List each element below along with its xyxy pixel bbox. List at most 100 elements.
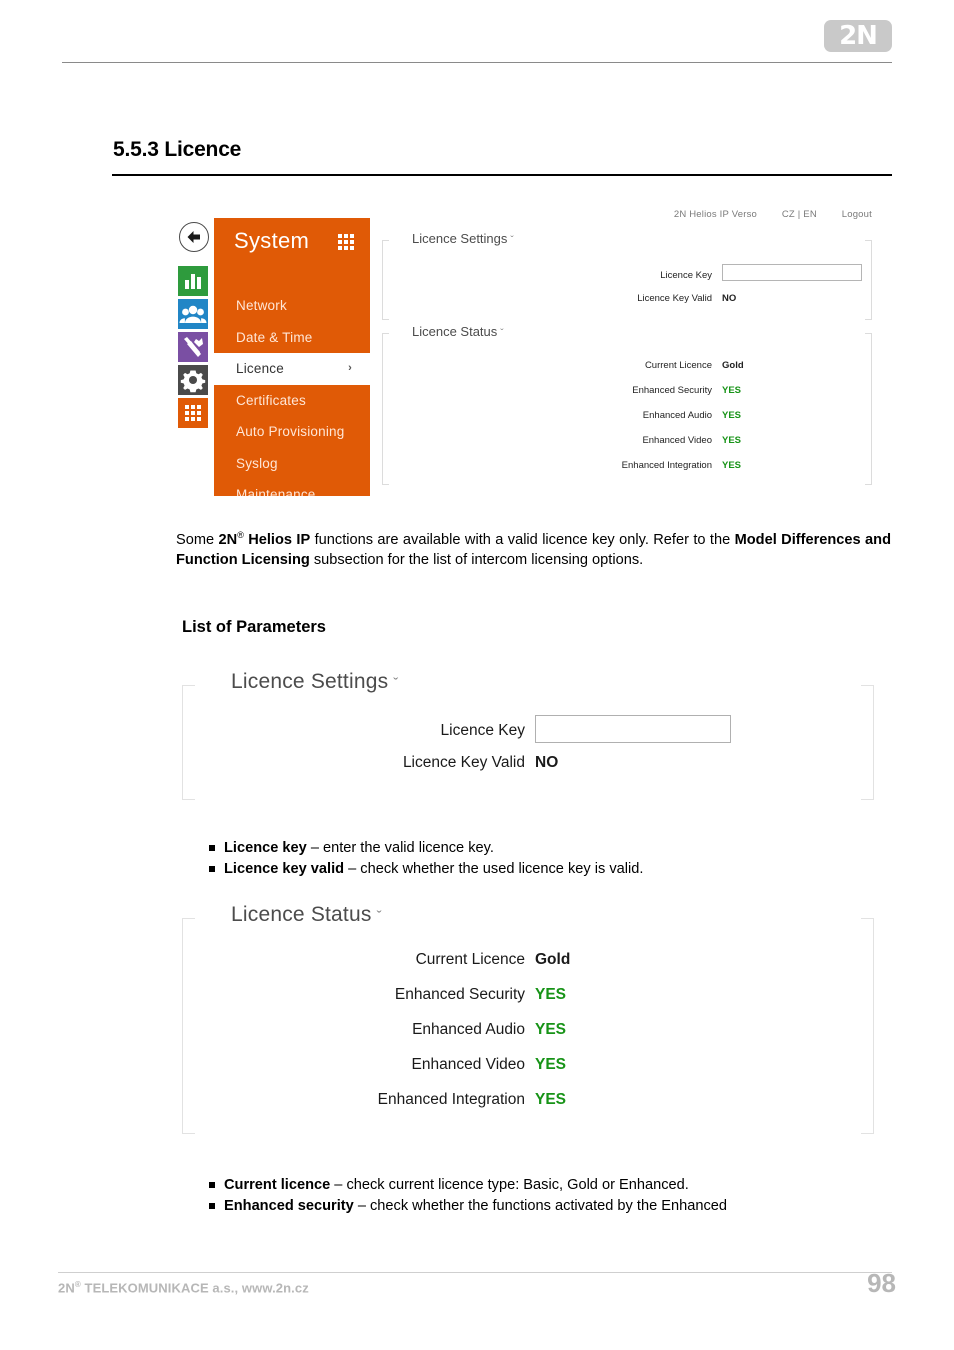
para-bold-2n: 2N — [218, 531, 238, 548]
licence-key-valid-value-wrap: NO — [722, 293, 736, 304]
status-value-wrap: YES — [535, 1056, 566, 1074]
panel-legend[interactable]: Licence Settings ˇ — [408, 231, 518, 246]
licence-key-label: Licence Key — [660, 270, 712, 281]
status-value-wrap: Gold — [535, 951, 570, 969]
licence-settings-bullet-list: Licence key – enter the valid licence ke… — [196, 838, 911, 879]
status-label: Current Licence — [415, 951, 525, 968]
status-value-wrap: YES — [535, 1021, 566, 1039]
status-value-wrap: YES — [722, 410, 741, 421]
status-label: Enhanced Integration — [621, 460, 712, 471]
menu-item-date-time[interactable]: Date & Time — [214, 322, 370, 354]
header-divider — [62, 62, 892, 63]
legend-text: Licence Status — [231, 903, 372, 926]
licence-key-valid-label: Licence Key Valid — [637, 293, 712, 304]
bullet-desc: – check current licence type: Basic, Gol… — [330, 1177, 689, 1193]
menu-item-licence[interactable]: Licence › — [214, 353, 370, 385]
status-label: Enhanced Security — [394, 986, 525, 1003]
panel-legend[interactable]: Licence Status ˇ — [408, 324, 508, 339]
status-label: Enhanced Integration — [377, 1091, 525, 1108]
status-label: Current Licence — [644, 360, 712, 371]
chevron-down-icon: ˇ — [510, 235, 514, 246]
status-value: YES — [722, 385, 742, 396]
legend-text: Licence Settings — [231, 670, 389, 693]
bullet-term: Licence key valid — [224, 860, 345, 877]
licence-status-panel: Licence Status ˇ Current Licence Gold Enh… — [182, 903, 874, 1134]
licence-status-legend[interactable]: Licence Status ˇ — [225, 903, 388, 927]
status-label: Enhanced Audio — [642, 410, 712, 421]
licence-key-valid-label-wrap: Licence Key Valid — [182, 754, 525, 772]
bar-chart-icon[interactable] — [178, 266, 208, 296]
licence-key-label-wrap: Licence Key — [182, 722, 525, 740]
para-bold-helios: Helios IP — [243, 531, 311, 548]
page-header: 2N — [0, 0, 954, 70]
menu-item-label: Licence — [236, 361, 284, 376]
back-button[interactable] — [179, 222, 209, 252]
list-item: Licence key valid – check whether the us… — [196, 859, 911, 880]
list-item: Current licence – check current licence … — [196, 1175, 896, 1196]
status-value-wrap: Gold — [722, 360, 744, 371]
panel-bracket-right — [865, 333, 872, 485]
list-item: Enhanced security – check whether the fu… — [196, 1196, 896, 1217]
status-row: Enhanced Audio — [382, 410, 712, 421]
list-item: Licence key – enter the valid licence ke… — [196, 838, 911, 859]
bullet-desc: – check whether the used licence key is … — [344, 860, 644, 877]
gear-icon[interactable] — [178, 365, 208, 395]
panel-bracket-right — [861, 685, 874, 800]
status-value-wrap: YES — [722, 385, 741, 396]
panel-legend-text: Licence Status — [412, 324, 498, 339]
status-value: YES — [722, 460, 742, 471]
status-value: Gold — [722, 360, 744, 371]
status-value: YES — [722, 410, 742, 421]
status-row: Current Licence — [382, 360, 712, 371]
licence-key-valid-value: NO — [535, 754, 559, 771]
status-value: YES — [722, 435, 742, 446]
menu-item-syslog[interactable]: Syslog — [214, 448, 370, 480]
panel-bracket-left — [182, 685, 195, 800]
status-value: YES — [535, 1056, 567, 1073]
status-value-wrap: YES — [722, 435, 741, 446]
para-part2: functions are available with a valid lic… — [310, 531, 735, 548]
status-label-wrap: Current Licence — [182, 951, 525, 969]
list-of-parameters-heading: List of Parameters — [182, 618, 326, 636]
chevron-down-icon: ˇ — [500, 328, 504, 339]
language-switch-link[interactable]: CZ | EN — [782, 209, 817, 220]
title-divider — [112, 174, 892, 176]
screenshot-licence-status-panel: Licence Status ˇ Current Licence Gold Enh… — [382, 324, 872, 485]
chevron-down-icon: ˇ — [393, 675, 399, 692]
bullet-desc: – check whether the functions activated … — [353, 1197, 727, 1214]
licence-key-input[interactable] — [535, 715, 731, 743]
logout-link[interactable]: Logout — [842, 209, 872, 220]
menu-item-label: Certificates — [236, 392, 306, 408]
licence-settings-panel: Licence Settings ˇ Licence Key Licence Ke… — [182, 670, 874, 800]
menu-item-label: Syslog — [236, 455, 278, 471]
status-label: Enhanced Security — [632, 385, 712, 396]
menu-title: System — [234, 228, 310, 253]
menu-item-auto-provisioning[interactable]: Auto Provisioning — [214, 416, 370, 448]
status-value: YES — [535, 1021, 567, 1038]
footer-divider — [58, 1272, 892, 1273]
licence-key-label: Licence Key — [440, 722, 525, 739]
menu-item-maintenance[interactable]: Maintenance — [214, 479, 370, 496]
grid-icon[interactable] — [178, 398, 208, 428]
menu-item-label: Date & Time — [236, 329, 313, 345]
menu-item-certificates[interactable]: Certificates — [214, 385, 370, 417]
screenshot-licence-settings-panel: Licence Settings ˇ Licence Key Licence Ke… — [382, 231, 872, 320]
licence-key-input[interactable] — [722, 264, 862, 281]
status-row: Enhanced Integration — [382, 460, 712, 471]
panel-bracket-right — [865, 240, 872, 320]
page-title: 5.5.3 Licence — [113, 138, 242, 161]
grid-icon[interactable] — [338, 234, 354, 250]
icon-rail — [178, 266, 210, 431]
menu-item-label: Maintenance — [236, 487, 316, 496]
page-number: 98 — [867, 1268, 896, 1298]
status-value-wrap: YES — [722, 460, 741, 471]
footer-company-2n: 2N — [58, 1280, 75, 1296]
ui-screenshot-overview: 2N Helios IP Verso CZ | EN Logout System… — [176, 204, 876, 496]
tools-icon[interactable] — [178, 332, 208, 362]
para-part3: subsection for the list of intercom lice… — [309, 552, 644, 569]
status-value: YES — [535, 986, 567, 1003]
users-icon[interactable] — [178, 299, 208, 329]
licence-settings-legend[interactable]: Licence Settings ˇ — [225, 670, 405, 694]
menu-item-list: Network Date & Time Licence › Certificat… — [214, 290, 370, 496]
menu-item-network[interactable]: Network — [214, 290, 370, 322]
